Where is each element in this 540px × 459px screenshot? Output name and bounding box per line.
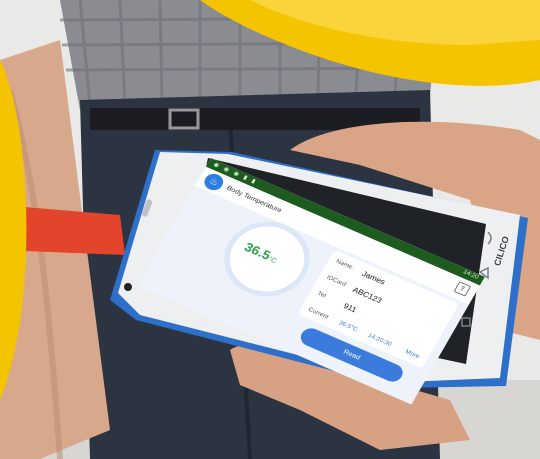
thermometer-icon: ♨	[207, 175, 221, 189]
photo-scene: ◉ ◉ ◉ ▮ ▮ 14:20 ♨ Body Temperature ⇪ 36.…	[0, 0, 540, 459]
